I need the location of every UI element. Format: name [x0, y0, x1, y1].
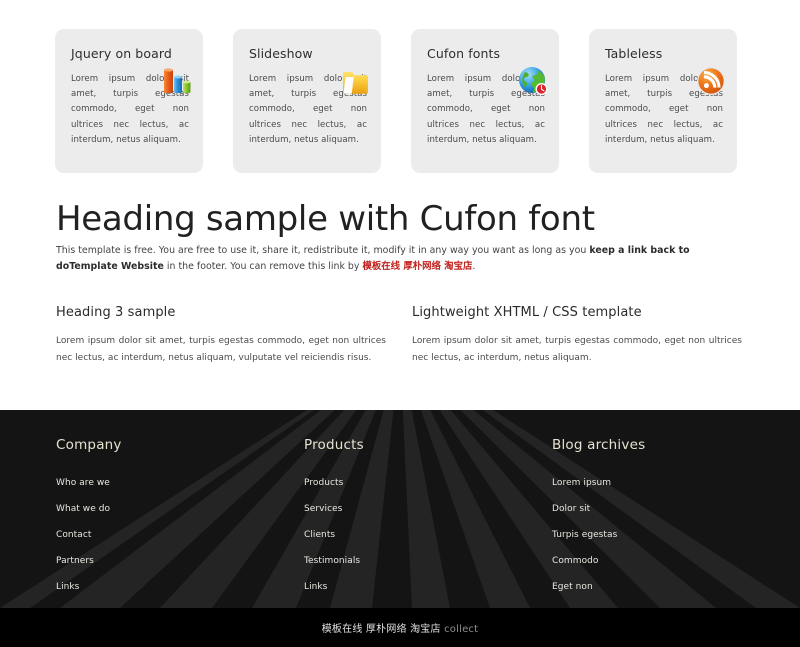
feature-card[interactable]: Cufon fonts Lorem ipsum dolor sit amet, …	[411, 29, 559, 173]
card-title: Tableless	[605, 46, 663, 61]
chinese-link[interactable]: 模板在线 厚朴网络 淘宝店	[362, 261, 472, 272]
list-item: Clients	[304, 522, 552, 542]
footer-column-heading: Products	[304, 437, 364, 453]
list-item: Contact	[56, 522, 304, 542]
globe-icon	[517, 65, 549, 97]
list-item: What we do	[56, 496, 304, 516]
list-item: Dolor sit	[552, 496, 800, 516]
card-title: Cufon fonts	[427, 46, 501, 61]
column-heading: Heading 3 sample	[56, 305, 176, 320]
feature-card[interactable]: Tableless Lorem ipsum dolor sit amet, tu…	[589, 29, 737, 173]
footer-link-list: Who are we What we do Contact Partners L…	[56, 470, 304, 594]
footer-link[interactable]: Contact	[56, 529, 91, 542]
footer-link[interactable]: Turpis egestas	[552, 529, 617, 542]
column-text: Lorem ipsum dolor sit amet, turpis egest…	[412, 336, 742, 363]
footer-column-blog-archives: Blog archives Lorem ipsum Dolor sit Turp…	[552, 437, 800, 608]
footer-link[interactable]: Eget non	[552, 581, 593, 594]
footer-link[interactable]: Links	[56, 581, 79, 594]
footer-column-heading: Blog archives	[552, 437, 646, 453]
intro-text-1: This template is free. You are free to u…	[56, 245, 590, 256]
bar-chart-icon	[161, 65, 193, 97]
footer-link[interactable]: Links	[304, 581, 327, 594]
footer-columns: Company Who are we What we do Contact Pa…	[0, 410, 800, 608]
page-title: Heading sample with Cufon font	[56, 199, 595, 239]
footer-column-products: Products Products Services Clients Testi…	[304, 437, 552, 608]
rss-icon	[695, 65, 727, 97]
footer-link[interactable]: Products	[304, 477, 343, 490]
list-item: Commodo	[552, 548, 800, 568]
column-text: Lorem ipsum dolor sit amet, turpis egest…	[56, 336, 386, 363]
list-item: Links	[56, 574, 304, 594]
feature-card[interactable]: Slideshow Lorem ipsum dolor sit amet, tu…	[233, 29, 381, 173]
column-heading: Lightweight XHTML / CSS template	[412, 305, 642, 320]
list-item: Who are we	[56, 470, 304, 490]
content-column-right: Lightweight XHTML / CSS template Lorem i…	[412, 305, 742, 366]
intro-text-2: in the footer. You can remove this link …	[163, 261, 363, 272]
footer-link[interactable]: Dolor sit	[552, 503, 590, 516]
copyright-text: 模板在线 厚朴网络 淘宝店 collect	[322, 620, 479, 635]
footer-link[interactable]: What we do	[56, 503, 110, 516]
list-item: Links	[304, 574, 552, 594]
content-column-left: Heading 3 sample Lorem ipsum dolor sit a…	[56, 305, 386, 366]
page-root: Jquery on board Lorem ipsum dolor sit am…	[0, 0, 800, 647]
footer-column-heading: Company	[56, 437, 122, 453]
list-item: Products	[304, 470, 552, 490]
footer-link-list: Lorem ipsum Dolor sit Turpis egestas Com…	[552, 470, 800, 594]
list-item: Services	[304, 496, 552, 516]
footer-link-list: Products Services Clients Testimonials L…	[304, 470, 552, 594]
site-footer: Company Who are we What we do Contact Pa…	[0, 410, 800, 608]
feature-cards: Jquery on board Lorem ipsum dolor sit am…	[55, 29, 745, 173]
bottom-bar: 模板在线 厚朴网络 淘宝店 collect	[0, 608, 800, 647]
folder-icon	[339, 65, 371, 97]
list-item: Partners	[56, 548, 304, 568]
feature-card[interactable]: Jquery on board Lorem ipsum dolor sit am…	[55, 29, 203, 173]
card-title: Slideshow	[249, 46, 313, 61]
list-item: Eget non	[552, 574, 800, 594]
list-item: Turpis egestas	[552, 522, 800, 542]
footer-link[interactable]: Who are we	[56, 477, 110, 490]
footer-link[interactable]: Clients	[304, 529, 335, 542]
card-title: Jquery on board	[71, 46, 172, 61]
intro-paragraph: This template is free. You are free to u…	[56, 243, 740, 275]
copyright-english: collect	[444, 624, 479, 635]
list-item: Testimonials	[304, 548, 552, 568]
list-item: Lorem ipsum	[552, 470, 800, 490]
footer-link[interactable]: Lorem ipsum	[552, 477, 611, 490]
footer-link[interactable]: Testimonials	[304, 555, 360, 568]
footer-column-company: Company Who are we What we do Contact Pa…	[56, 437, 304, 608]
intro-text-3: .	[472, 261, 476, 272]
footer-link[interactable]: Commodo	[552, 555, 598, 568]
copyright-chinese[interactable]: 模板在线 厚朴网络 淘宝店	[322, 624, 441, 635]
footer-link[interactable]: Services	[304, 503, 342, 516]
footer-link[interactable]: Partners	[56, 555, 94, 568]
